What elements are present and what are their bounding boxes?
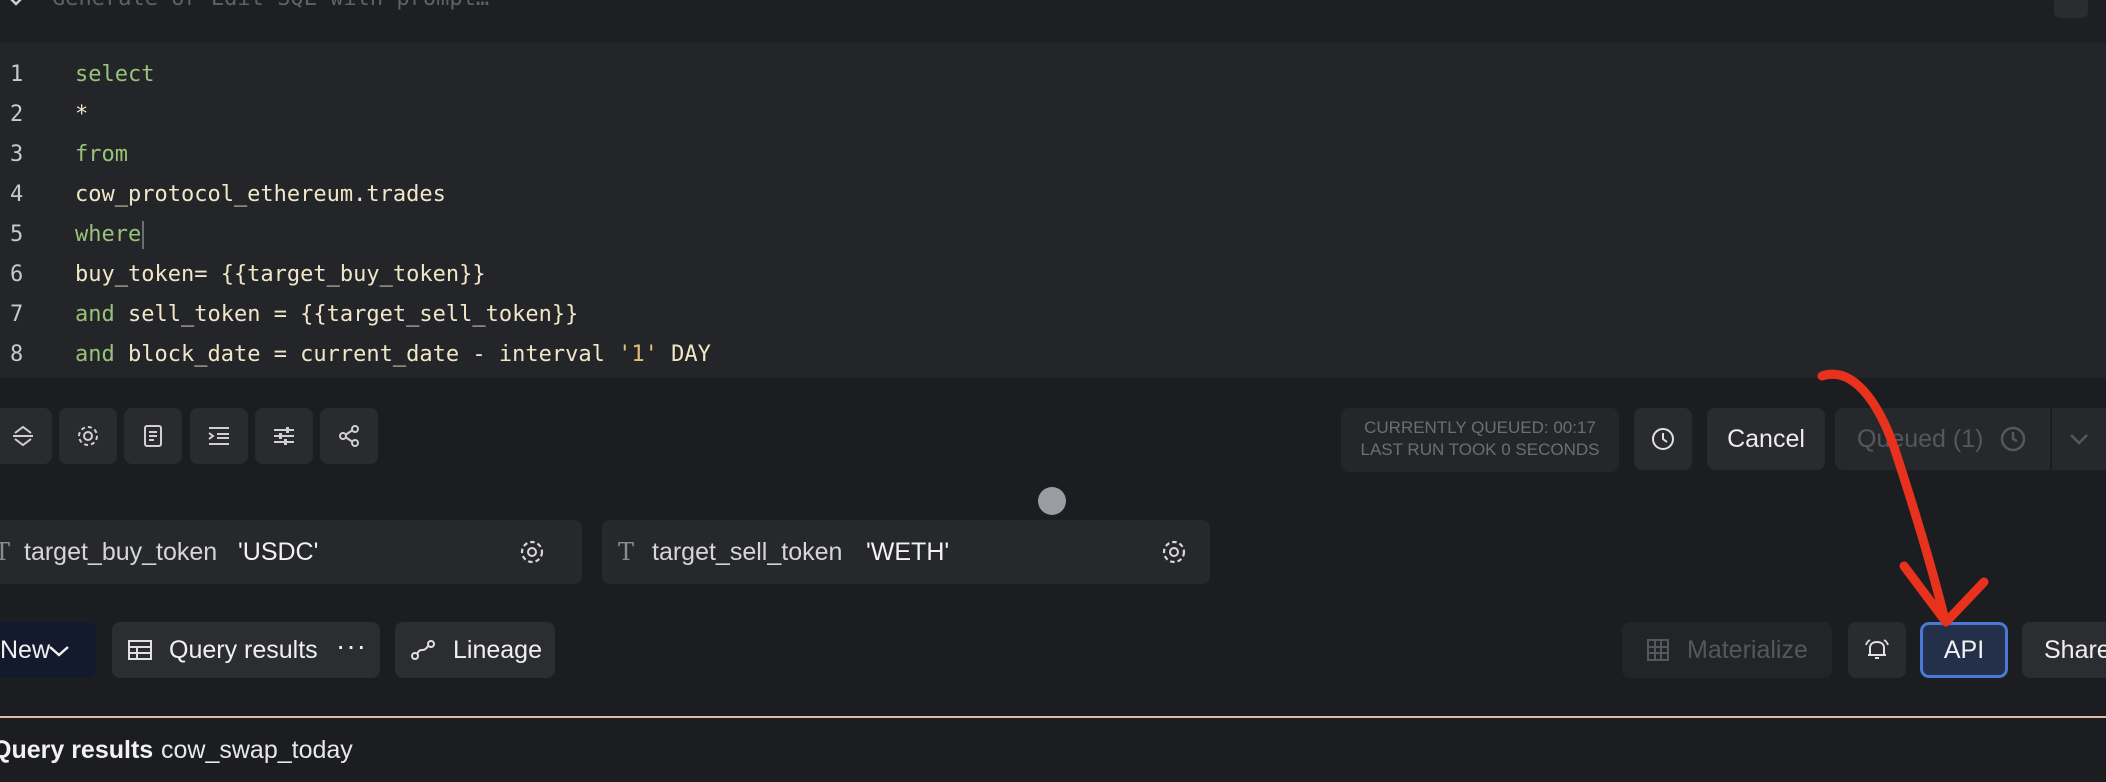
code-text: and block_date = current_date - interval… xyxy=(75,335,711,375)
code-text: and sell_token = {{target_sell_token}} xyxy=(75,295,578,335)
code-text: * xyxy=(75,102,89,127)
gear-icon[interactable] xyxy=(1159,537,1189,567)
param-target-sell-token[interactable]: T target_sell_token 'WETH' xyxy=(602,520,1210,584)
code-tail: DAY xyxy=(657,342,711,367)
code-line: 2 * xyxy=(0,95,2106,135)
gear-icon xyxy=(78,426,98,446)
code-text: from xyxy=(75,142,128,167)
code-text: cow_protocol_ethereum.trades xyxy=(75,182,446,207)
adjust-button[interactable] xyxy=(255,408,313,464)
keyword: and xyxy=(75,342,115,367)
results-title: Query results xyxy=(0,736,154,764)
tab-lineage[interactable]: Lineage xyxy=(395,622,555,678)
lineage-icon xyxy=(411,640,435,660)
editor-toolbar: CURRENTLY QUEUED: 00:17 LAST RUN TOOK 0 … xyxy=(0,378,2106,515)
sql-editor[interactable]: 1 select 2 * 3 from 4 cow_protocol_ether… xyxy=(0,43,2106,378)
run-button[interactable]: Queued (1) xyxy=(1835,408,2050,470)
api-button[interactable]: API xyxy=(1920,622,2008,678)
action-bar: New Query results ··· Lineage Materializ… xyxy=(0,620,2106,680)
chevron-down-icon xyxy=(2070,434,2088,445)
format-button[interactable] xyxy=(124,408,182,464)
grid-icon xyxy=(1647,639,1669,661)
code-line: 3 from xyxy=(0,135,2106,175)
queued-time: CURRENTLY QUEUED: 00:17 xyxy=(1364,418,1596,437)
more-options-icon[interactable]: ··· xyxy=(336,618,367,674)
info-icon[interactable] xyxy=(2054,0,2088,18)
code-rest: sell_token = {{target_sell_token}} xyxy=(114,302,579,327)
table-icon xyxy=(128,640,152,660)
collapse-icon xyxy=(13,425,33,447)
line-number: 3 xyxy=(10,142,24,167)
prompt-bar[interactable]: Generate or Edit SQL with prompt… xyxy=(0,0,2106,43)
run-options-dropdown[interactable] xyxy=(2052,408,2106,470)
param-name: target_buy_token xyxy=(24,538,218,566)
prompt-input[interactable]: Generate or Edit SQL with prompt… xyxy=(52,0,489,11)
alerts-button[interactable] xyxy=(1848,622,1906,678)
run-status: CURRENTLY QUEUED: 00:17 LAST RUN TOOK 0 … xyxy=(1341,408,1619,472)
indent-icon xyxy=(208,427,229,445)
code-text: select xyxy=(75,62,155,87)
keyword: where xyxy=(75,222,142,247)
materialize-label: Materialize xyxy=(1687,636,1808,664)
clock-icon xyxy=(2000,426,2026,452)
code-line: 7 and sell_token = {{target_sell_token}} xyxy=(0,295,2106,335)
results-query-name: cow_swap_today xyxy=(161,736,353,764)
resize-handle[interactable] xyxy=(1038,487,1066,515)
line-number: 4 xyxy=(10,182,24,207)
param-target-buy-token[interactable]: T target_buy_token 'USDC' xyxy=(0,520,582,584)
code-text: where xyxy=(75,215,145,255)
document-icon xyxy=(144,425,162,447)
collapse-button[interactable] xyxy=(0,408,52,464)
code-line: 8 and block_date = current_date - interv… xyxy=(0,335,2106,375)
share-query-button[interactable] xyxy=(320,408,378,464)
param-value[interactable]: 'USDC' xyxy=(238,520,318,584)
chevron-down-icon xyxy=(49,646,69,657)
code-text: buy_token= {{target_buy_token}} xyxy=(75,262,486,287)
line-number: 8 xyxy=(10,342,24,367)
settings-button[interactable] xyxy=(59,408,117,464)
tab-lineage-label: Lineage xyxy=(453,636,542,664)
string-literal: '1' xyxy=(618,342,658,367)
code-line: 6 buy_token= {{target_buy_token}} xyxy=(0,255,2106,295)
tab-query-results[interactable]: Query results ··· xyxy=(112,622,380,678)
keyword: and xyxy=(75,302,115,327)
history-icon xyxy=(1652,428,1674,450)
line-number: 7 xyxy=(10,302,24,327)
code-line: 4 cow_protocol_ethereum.trades xyxy=(0,175,2106,215)
line-number: 2 xyxy=(10,102,24,127)
param-name: target_sell_token xyxy=(652,538,843,566)
text-cursor xyxy=(142,221,145,249)
line-number: 6 xyxy=(10,262,24,287)
code-line: 1 select xyxy=(0,55,2106,95)
text-type-icon: T xyxy=(0,538,11,566)
bell-icon xyxy=(1865,639,1889,659)
line-number: 5 xyxy=(10,222,24,247)
new-visualization-button[interactable]: New xyxy=(0,622,96,678)
gear-icon[interactable] xyxy=(517,537,547,567)
tab-query-results-label: Query results xyxy=(169,636,318,664)
code-line: 5 where xyxy=(0,215,2106,255)
history-button[interactable] xyxy=(1634,408,1692,470)
share-icon xyxy=(339,425,359,447)
new-button-label: New xyxy=(0,636,51,664)
sliders-icon xyxy=(274,427,294,445)
indent-button[interactable] xyxy=(190,408,248,464)
share-button[interactable]: Share xyxy=(2022,622,2106,678)
run-button-label: Queued (1) xyxy=(1857,425,1984,453)
results-header: Query results cow_swap_today xyxy=(0,718,2106,776)
text-type-icon: T xyxy=(618,538,635,566)
cancel-button[interactable]: Cancel xyxy=(1707,408,1825,470)
materialize-button[interactable]: Materialize xyxy=(1622,622,1832,678)
line-number: 1 xyxy=(10,62,24,87)
sparkle-icon xyxy=(10,0,22,6)
code-rest: block_date = current_date - interval xyxy=(114,342,619,367)
param-value[interactable]: 'WETH' xyxy=(866,520,949,584)
last-run-duration: LAST RUN TOOK 0 SECONDS xyxy=(1360,440,1600,459)
